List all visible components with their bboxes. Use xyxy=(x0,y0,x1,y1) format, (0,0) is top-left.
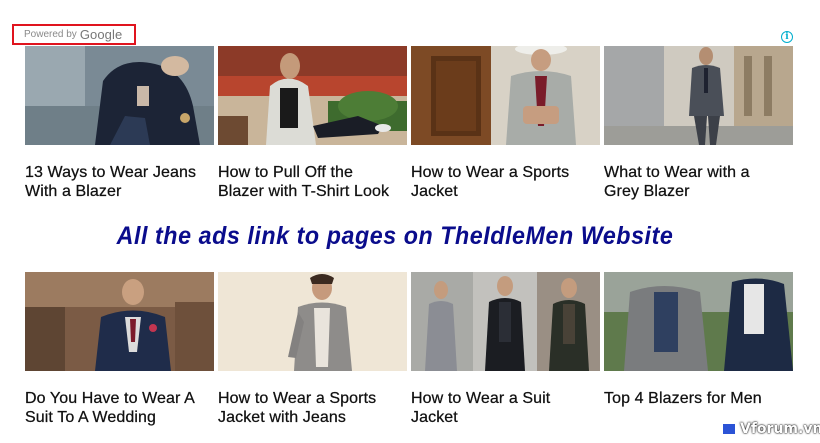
ad-title-line-2: With a Blazer xyxy=(25,183,122,200)
ad-title-line-2: Blazer with T-Shirt Look xyxy=(218,183,390,200)
ad-thumbnail-image[interactable] xyxy=(411,272,600,371)
ad-title[interactable]: What to Wear with a Grey Blazer xyxy=(604,163,804,201)
ad-title[interactable]: Do You Have to Wear A Suit To A Wedding xyxy=(25,389,225,427)
google-logo: Google xyxy=(79,27,123,42)
ad-title-line-1: 13 Ways to Wear Jeans xyxy=(25,164,197,181)
ad-title[interactable]: How to Wear a Suit Jacket xyxy=(411,389,611,427)
vforum-watermark: Vforum.vn xyxy=(722,421,820,437)
watermark-text: Vforum.vn xyxy=(740,421,820,437)
ad-title-line-1: How to Wear a Suit xyxy=(411,390,551,407)
ad-title[interactable]: 13 Ways to Wear Jeans With a Blazer xyxy=(25,163,225,201)
ad-title[interactable]: How to Pull Off the Blazer with T-Shirt … xyxy=(218,163,418,201)
ad-title[interactable]: How to Wear a Sports Jacket with Jeans xyxy=(218,389,418,427)
ad-card-sports-jacket-jeans[interactable]: How to Wear a Sports Jacket with Jeans xyxy=(218,272,407,426)
ad-title-line-2: Grey Blazer xyxy=(604,183,690,200)
ad-title[interactable]: Top 4 Blazers for Men xyxy=(604,389,804,408)
powered-by-google-badge[interactable]: Powered by Google xyxy=(12,24,136,45)
ad-card-wedding-suit[interactable]: Do You Have to Wear A Suit To A Wedding xyxy=(25,272,214,426)
overlay-banner-text: All the ads link to pages on TheIdleMen … xyxy=(116,222,674,250)
ad-thumbnail-image[interactable] xyxy=(218,46,407,145)
ad-title-line-2: Suit To A Wedding xyxy=(25,409,156,426)
ad-title[interactable]: How to Wear a Sports Jacket xyxy=(411,163,611,201)
ad-card-blazer-tshirt[interactable]: How to Pull Off the Blazer with T-Shirt … xyxy=(218,46,407,200)
ad-card-jeans-blazer[interactable]: 13 Ways to Wear Jeans With a Blazer xyxy=(25,46,214,200)
ad-card-suit-jacket[interactable]: How to Wear a Suit Jacket xyxy=(411,272,600,426)
ad-card-top-blazers[interactable]: Top 4 Blazers for Men xyxy=(604,272,793,407)
ad-thumbnail-image[interactable] xyxy=(604,46,793,145)
ad-title-line-2: Jacket xyxy=(411,183,458,200)
powered-by-label: Powered by xyxy=(24,29,77,40)
ad-title-line-1: How to Wear a Sports xyxy=(411,164,570,181)
ad-title-line-1: How to Wear a Sports xyxy=(218,390,377,407)
ad-card-grey-blazer[interactable]: What to Wear with a Grey Blazer xyxy=(604,46,793,200)
adchoices-info-icon[interactable]: i xyxy=(781,31,793,43)
ad-title-line-1: How to Pull Off the xyxy=(218,164,354,181)
ad-title-line-2: Jacket with Jeans xyxy=(218,409,346,426)
ad-thumbnail-image[interactable] xyxy=(25,272,214,371)
flag-icon xyxy=(722,423,736,435)
ad-title-line-1: What to Wear with a xyxy=(604,164,750,181)
ad-title-line-2: Jacket xyxy=(411,409,458,426)
ad-thumbnail-image[interactable] xyxy=(25,46,214,145)
ad-card-sports-jacket[interactable]: How to Wear a Sports Jacket xyxy=(411,46,600,200)
ad-thumbnail-image[interactable] xyxy=(218,272,407,371)
ad-thumbnail-image[interactable] xyxy=(411,46,600,145)
ad-title-line-1: Top 4 Blazers for Men xyxy=(604,390,762,407)
ad-thumbnail-image[interactable] xyxy=(604,272,793,371)
ad-title-line-1: Do You Have to Wear A xyxy=(25,390,195,407)
